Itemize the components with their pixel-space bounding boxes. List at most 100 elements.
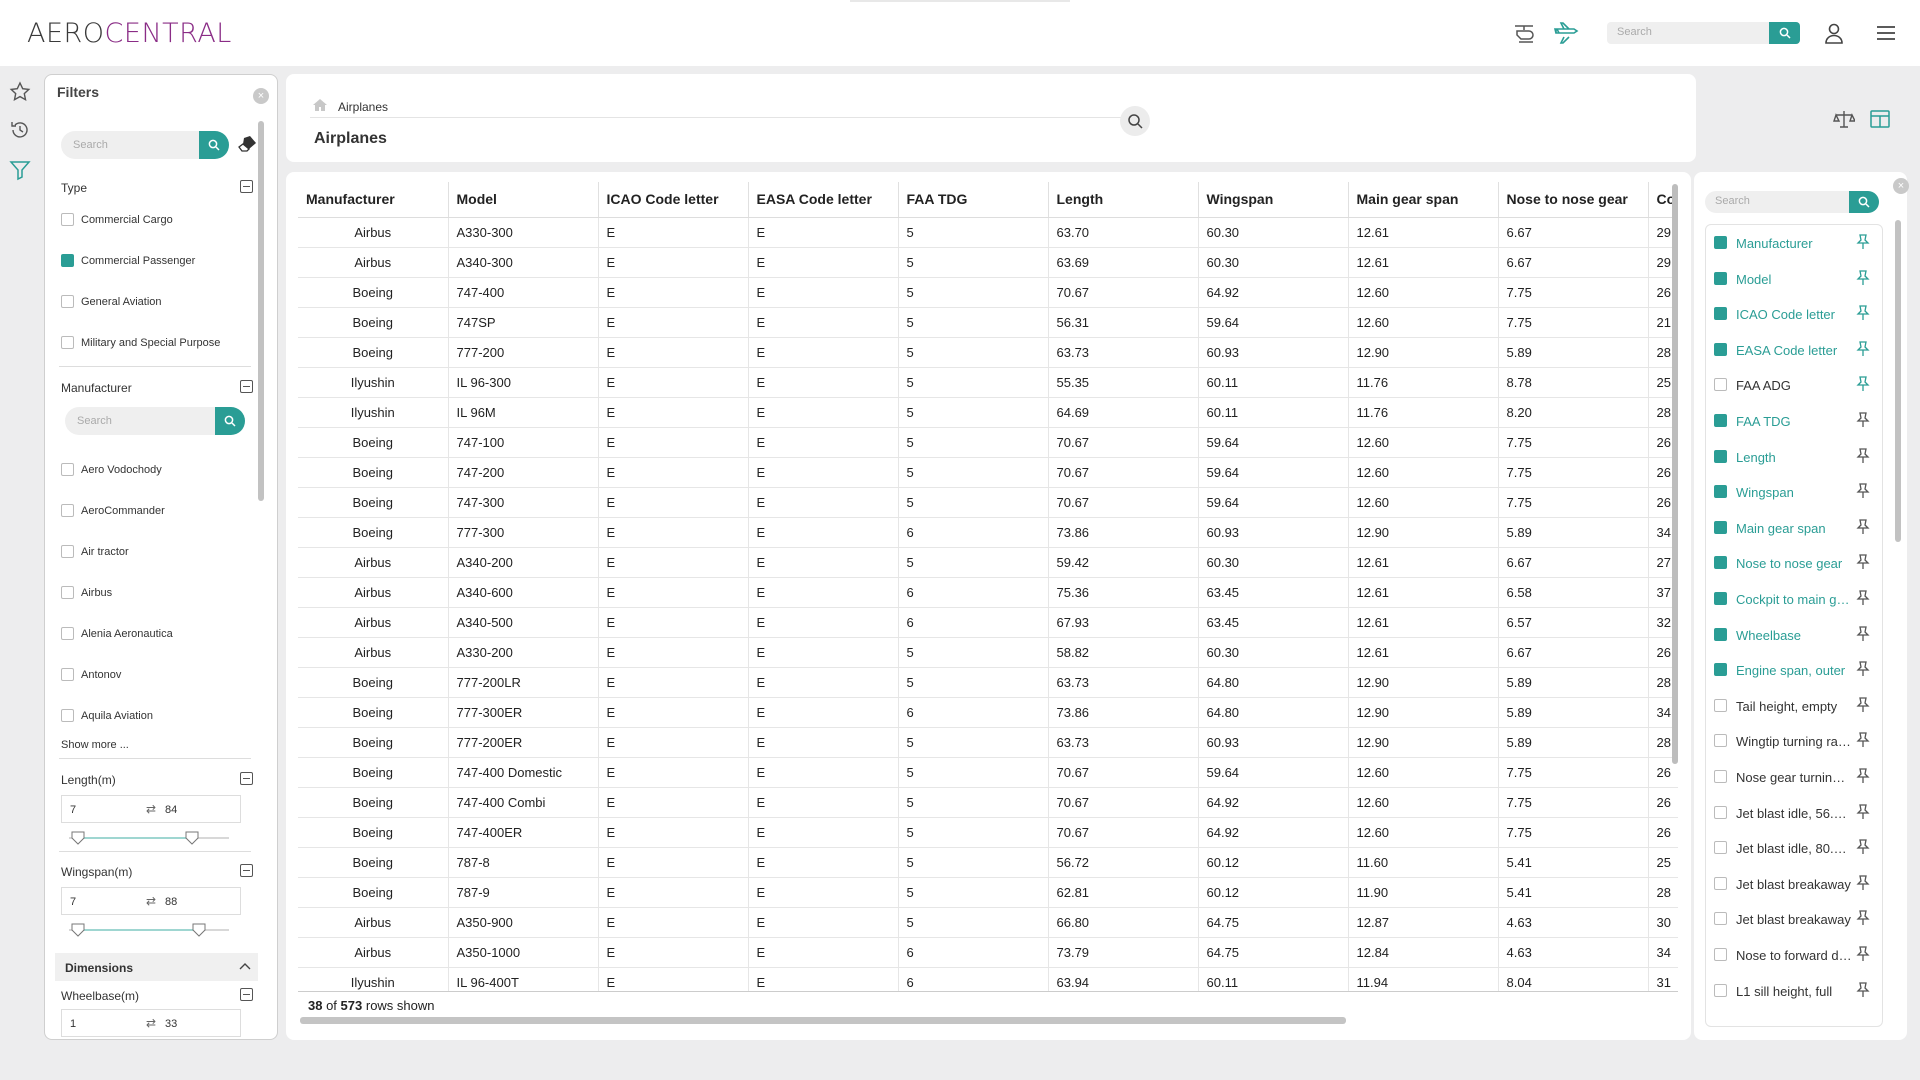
manufacturer-search-button[interactable] <box>215 407 245 435</box>
table-row[interactable]: Boeing 747-400 Domestic E E 5 70.67 59.64 12.60… <box>298 757 1678 788</box>
table-row[interactable]: Boeing 747-100 E E 5 70.67 59.64 12.60 7.75 26 <box>298 427 1678 458</box>
table-row[interactable]: Airbus A340-600 E E 6 75.36 63.45 12.61 6.58 37 <box>298 577 1678 608</box>
column-search-button[interactable] <box>1849 191 1879 213</box>
table-row[interactable]: Airbus A340-200 E E 5 59.42 60.30 12.61 6.67 27 <box>298 547 1678 578</box>
helicopter-icon[interactable] <box>1512 19 1540 47</box>
column-picker-item[interactable]: Nose to nose gear <box>1706 545 1882 580</box>
column-checkbox[interactable] <box>1714 983 1727 997</box>
collapse-icon[interactable] <box>240 772 253 785</box>
table-row[interactable]: Boeing 777-300 E E 6 73.86 60.93 12.90 5.89 34 <box>298 517 1678 548</box>
column-checkbox[interactable] <box>1714 271 1727 285</box>
breadcrumb[interactable]: Airplanes <box>338 100 388 114</box>
wingspan-slider-max-handle[interactable] <box>192 923 206 937</box>
pin-icon[interactable] <box>1856 483 1870 499</box>
column-header[interactable]: Main gear span <box>1348 182 1499 218</box>
table-row[interactable]: Airbus A350-900 E E 5 66.80 64.75 12.87 4.63 30 <box>298 907 1678 938</box>
column-checkbox[interactable] <box>1714 414 1727 427</box>
column-picker-item[interactable]: L1 sill height, full <box>1706 973 1882 1008</box>
column-picker-item[interactable]: Manufacturer <box>1706 225 1882 260</box>
table-row[interactable]: Boeing 777-300ER E E 6 73.86 64.80 12.90 5.89 34 <box>298 697 1678 728</box>
column-checkbox[interactable] <box>1714 520 1727 534</box>
column-checkbox[interactable] <box>1714 627 1727 641</box>
column-picker-item[interactable]: ICAO Code letter <box>1706 296 1882 331</box>
pin-icon[interactable] <box>1856 519 1870 535</box>
column-checkbox[interactable] <box>1714 663 1727 677</box>
pin-icon[interactable] <box>1856 875 1870 891</box>
table-row[interactable]: Boeing 747-200 E E 5 70.67 59.64 12.60 7.75 26 <box>298 457 1678 488</box>
column-checkbox[interactable] <box>1714 948 1727 961</box>
column-header[interactable]: Model <box>448 182 599 218</box>
column-picker-item[interactable]: Wingspan <box>1706 474 1882 509</box>
table-row[interactable]: Boeing 747SP E E 5 56.31 59.64 12.60 7.75 21 <box>298 307 1678 338</box>
table-row[interactable]: Airbus A340-300 E E 5 63.69 60.30 12.61 6.67 29 <box>298 247 1678 278</box>
checkbox-type-general-aviation[interactable] <box>61 295 74 308</box>
close-icon[interactable]: × <box>1893 178 1909 194</box>
hamburger-menu-icon[interactable] <box>1872 19 1900 47</box>
collapse-icon[interactable] <box>240 180 253 193</box>
table-row[interactable]: Airbus A350-1000 E E 6 73.79 64.75 12.84 4.63 34 <box>298 937 1678 968</box>
length-slider-min-handle[interactable] <box>71 831 85 845</box>
table-row[interactable]: Boeing 787-9 E E 5 62.81 60.12 11.90 5.41 28 <box>298 877 1678 908</box>
column-picker-item[interactable]: Main gear span <box>1706 510 1882 545</box>
favorites-star-icon[interactable] <box>8 80 32 104</box>
checkbox-type-military[interactable] <box>61 336 74 349</box>
column-header[interactable]: Nose to nose gear <box>1498 182 1649 218</box>
manufacturer-search-input[interactable]: Search <box>65 407 215 435</box>
collapse-icon[interactable] <box>240 988 253 1001</box>
pin-icon[interactable] <box>1856 732 1870 748</box>
column-checkbox[interactable] <box>1714 307 1727 321</box>
table-row[interactable]: Boeing 747-400 E E 5 70.67 64.92 12.60 7.75 26 <box>298 277 1678 308</box>
column-checkbox[interactable] <box>1714 236 1727 249</box>
filters-search-input[interactable]: Search <box>61 131 215 159</box>
table-row[interactable]: Ilyushin IL 96M E E 5 64.69 60.11 11.76 8.20 28 <box>298 397 1678 428</box>
pin-icon[interactable] <box>1856 341 1870 357</box>
column-list-scrollbar[interactable] <box>1895 220 1901 542</box>
column-picker-item[interactable]: Wingtip turning radius <box>1706 723 1882 758</box>
pin-icon[interactable] <box>1856 625 1870 642</box>
column-picker-item[interactable]: Model <box>1706 261 1882 296</box>
column-picker-item[interactable]: Jet blast breakaway <box>1706 901 1882 936</box>
pin-icon[interactable] <box>1856 554 1870 570</box>
column-picker-item[interactable]: Jet blast idle, 56.0 km/h <box>1706 795 1882 830</box>
column-picker-item[interactable]: Nose gear turning radius <box>1706 759 1882 794</box>
show-more-link[interactable]: Show more ... <box>61 739 129 751</box>
wingspan-slider-min-handle[interactable] <box>71 923 85 937</box>
pin-icon[interactable] <box>1856 839 1870 855</box>
table-row[interactable]: Boeing 777-200LR E E 5 63.73 64.80 12.90 5.89 28 <box>298 667 1678 698</box>
pin-icon[interactable] <box>1856 981 1870 998</box>
column-header[interactable]: Wingspan <box>1198 182 1349 218</box>
checkbox-manufacturer[interactable] <box>61 504 74 517</box>
pin-icon[interactable] <box>1856 661 1870 677</box>
user-icon[interactable] <box>1820 19 1848 47</box>
column-header[interactable]: Manufacturer <box>298 182 449 218</box>
dimensions-group-header[interactable]: Dimensions <box>55 953 258 981</box>
home-icon[interactable] <box>312 98 328 117</box>
pin-icon[interactable] <box>1856 376 1870 392</box>
table-row[interactable]: Boeing 747-400 Combi E E 5 70.67 64.92 12.60 7.7… <box>298 787 1678 818</box>
pin-icon[interactable] <box>1856 269 1870 286</box>
pin-icon[interactable] <box>1856 946 1870 962</box>
column-header[interactable]: EASA Code letter <box>748 182 899 218</box>
checkbox-manufacturer[interactable] <box>61 545 74 558</box>
table-row[interactable]: Boeing 777-200 E E 5 63.73 60.93 12.90 5.89 28 <box>298 337 1678 368</box>
column-checkbox[interactable] <box>1714 449 1727 463</box>
column-header[interactable]: Length <box>1048 182 1199 218</box>
column-picker-item[interactable]: FAA ADG <box>1706 367 1882 402</box>
column-checkbox[interactable] <box>1714 378 1727 392</box>
column-picker-item[interactable]: Nose to forward door <box>1706 937 1882 972</box>
filter-funnel-icon[interactable] <box>8 158 32 182</box>
pin-icon[interactable] <box>1856 803 1870 820</box>
pin-icon[interactable] <box>1856 910 1870 926</box>
eraser-icon[interactable] <box>237 135 257 158</box>
checkbox-manufacturer[interactable] <box>61 668 74 681</box>
column-checkbox[interactable] <box>1714 592 1727 605</box>
column-checkbox[interactable] <box>1714 841 1727 855</box>
checkbox-manufacturer[interactable] <box>61 709 74 722</box>
column-picker-item[interactable]: FAA TDG <box>1706 403 1882 438</box>
column-picker-item[interactable]: Cockpit to main gear <box>1706 581 1882 616</box>
length-slider-max-handle[interactable] <box>185 831 199 845</box>
column-picker-item[interactable]: Engine span, outer <box>1706 652 1882 687</box>
airplane-icon[interactable] <box>1552 19 1580 47</box>
checkbox-manufacturer[interactable] <box>61 586 74 599</box>
column-checkbox[interactable] <box>1714 876 1727 890</box>
